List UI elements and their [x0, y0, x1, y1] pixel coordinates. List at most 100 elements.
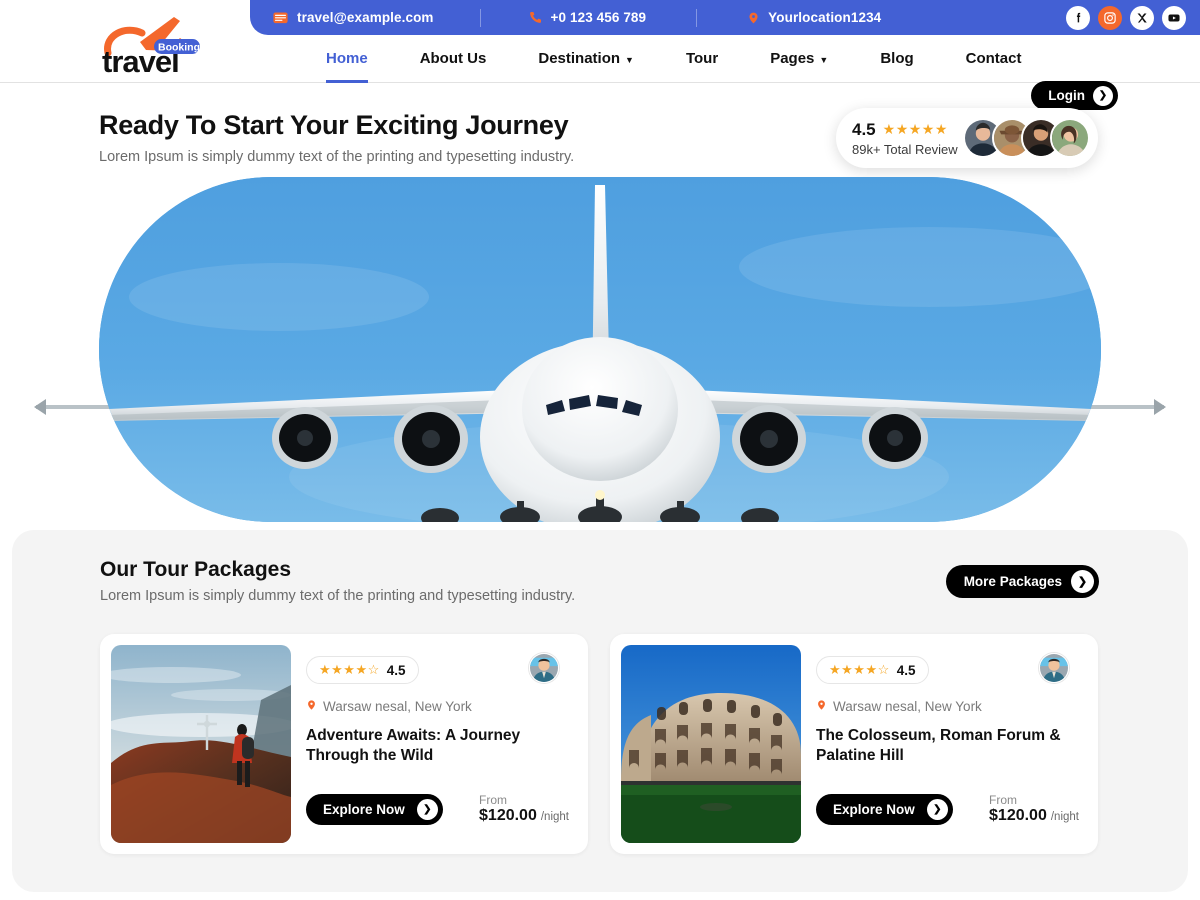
explore-now-button[interactable]: Explore Now ❯ [816, 794, 953, 825]
package-location-text: Warsaw nesal, New York [323, 699, 472, 714]
price-amount: $120.00 [479, 807, 537, 824]
nav-label: Pages [770, 50, 815, 67]
facebook-icon[interactable] [1066, 5, 1090, 30]
rating-value: 4.5 [386, 662, 406, 678]
site-logo[interactable]: travel Booking [96, 9, 216, 81]
section-subtitle: Lorem Ipsum is simply dummy text of the … [100, 588, 576, 604]
nav-item-about-us[interactable]: About Us [394, 35, 513, 83]
nav-item-contact[interactable]: Contact [940, 35, 1048, 83]
nav-label: Destination [538, 50, 621, 67]
chevron-down-icon: ▼ [625, 54, 634, 65]
package-title: Adventure Awaits: A Journey Through the … [306, 727, 521, 765]
package-card-list: ★★★★☆ 4.5 Warsaw nesal, New York Adventu… [100, 634, 1098, 854]
nav-label: Contact [965, 50, 1022, 67]
topbar-email-text: travel@example.com [297, 10, 434, 25]
review-score-row: 4.5 ★★★★★ [852, 120, 958, 140]
hero-image-area [0, 177, 1200, 522]
nav-label: Tour [685, 50, 719, 67]
twitter-x-icon[interactable] [1130, 5, 1154, 30]
topbar-phone-text: +0 123 456 789 [550, 10, 647, 25]
page-title: Ready To Start Your Exciting Journey [99, 110, 569, 140]
star-rating-icon: ★★★★☆ [829, 662, 890, 677]
instagram-icon[interactable] [1098, 5, 1122, 30]
map-pin-icon [306, 698, 317, 715]
main-navbar: travel Booking Home About Us Destination… [0, 17, 1200, 110]
airplane-left-wingtip [34, 399, 46, 415]
airplane-right-wing-extension [1084, 405, 1164, 409]
page-root: travel@example.com +0 123 456 789 Yourlo… [0, 0, 1200, 900]
map-pin-icon [816, 698, 827, 715]
package-price: From $120.00 /night [989, 793, 1079, 825]
topbar-email[interactable]: travel@example.com [272, 9, 434, 26]
package-card[interactable]: ★★★★☆ 4.5 Warsaw nesal, New York Adventu… [100, 634, 588, 854]
rating-badge: ★★★★☆ 4.5 [306, 656, 419, 684]
package-footer: Explore Now ❯ From $120.00 /night [816, 793, 1079, 825]
airplane-right-wingtip [1154, 399, 1166, 415]
package-title: The Colosseum, Roman Forum & Palatine Hi… [816, 727, 1061, 765]
chevron-right-icon: ❯ [926, 799, 948, 820]
svg-text:Booking: Booking [158, 42, 200, 54]
review-badge: 4.5 ★★★★★ 89k+ Total Review [836, 108, 1098, 168]
package-location: Warsaw nesal, New York [306, 698, 569, 715]
chevron-down-icon: ▼ [819, 54, 829, 65]
price-unit: /night [1050, 811, 1079, 823]
star-rating-icon: ★★★★★ [882, 121, 948, 137]
avatar [1039, 653, 1069, 683]
nav-label: Home [326, 50, 368, 67]
rating-value: 4.5 [896, 662, 916, 678]
nav-item-home[interactable]: Home [300, 35, 394, 83]
map-pin-icon [747, 10, 760, 26]
topbar-divider-2 [696, 8, 698, 27]
chevron-right-icon: ❯ [416, 799, 438, 820]
price-amount: $120.00 [989, 807, 1047, 824]
nav-label: About Us [419, 50, 487, 67]
explore-now-button[interactable]: Explore Now ❯ [306, 794, 443, 825]
nav-item-blog[interactable]: Blog [854, 35, 939, 83]
youtube-icon[interactable] [1162, 5, 1186, 30]
hero-subtitle: Lorem Ipsum is simply dummy text of the … [99, 149, 575, 165]
package-location: Warsaw nesal, New York [816, 698, 1079, 715]
hero-heading-block: Ready To Start Your Exciting Journey Lor… [99, 110, 739, 165]
reviewer-avatars [963, 118, 1090, 158]
package-image-adventure [111, 645, 291, 843]
topbar-divider-1 [479, 8, 481, 27]
avatar [1050, 118, 1090, 158]
nav-item-pages[interactable]: Pages ▼ [744, 35, 854, 83]
package-details: ★★★★☆ 4.5 Warsaw nesal, New York The Col… [801, 645, 1087, 843]
mail-icon [272, 9, 289, 26]
social-links [1066, 5, 1186, 30]
nav-links: Home About Us Destination ▼ Tour Pages ▼… [300, 35, 1047, 83]
price-from-label: From [989, 793, 1018, 807]
airplane-left-wing-extension [36, 405, 116, 409]
review-score: 4.5 [852, 119, 876, 139]
nav-label: Blog [880, 50, 914, 67]
explore-label: Explore Now [833, 802, 915, 817]
tour-packages-section: Our Tour Packages Lorem Ipsum is simply … [12, 530, 1188, 892]
review-text-block: 4.5 ★★★★★ 89k+ Total Review [852, 120, 958, 157]
more-packages-label: More Packages [963, 574, 1062, 589]
package-footer: Explore Now ❯ From $120.00 /night [306, 793, 569, 825]
section-title: Our Tour Packages [100, 558, 292, 581]
package-card[interactable]: ★★★★☆ 4.5 Warsaw nesal, New York The Col… [610, 634, 1098, 854]
topbar-location[interactable]: Yourlocation1234 [747, 10, 881, 26]
top-contact-bar: travel@example.com +0 123 456 789 Yourlo… [250, 0, 1200, 35]
phone-icon [527, 10, 543, 26]
explore-label: Explore Now [323, 802, 405, 817]
nav-item-tour[interactable]: Tour [660, 35, 744, 83]
login-button[interactable]: Login ❯ [1031, 81, 1118, 110]
more-packages-button[interactable]: More Packages ❯ [945, 565, 1099, 598]
price-unit: /night [540, 811, 569, 823]
rating-badge: ★★★★☆ 4.5 [816, 656, 929, 684]
star-rating-icon: ★★★★☆ [319, 662, 380, 677]
avatar [529, 653, 559, 683]
package-image-colosseum [621, 645, 801, 843]
hero-image [99, 177, 1101, 522]
price-from-label: From [479, 793, 508, 807]
login-label: Login [1048, 88, 1085, 103]
chevron-right-icon: ❯ [1071, 570, 1094, 593]
topbar-phone[interactable]: +0 123 456 789 [527, 10, 647, 26]
review-count-label: 89k+ Total Review [852, 141, 958, 157]
nav-item-destination[interactable]: Destination ▼ [512, 35, 660, 83]
chevron-right-icon: ❯ [1093, 85, 1113, 106]
package-details: ★★★★☆ 4.5 Warsaw nesal, New York Adventu… [291, 645, 577, 843]
